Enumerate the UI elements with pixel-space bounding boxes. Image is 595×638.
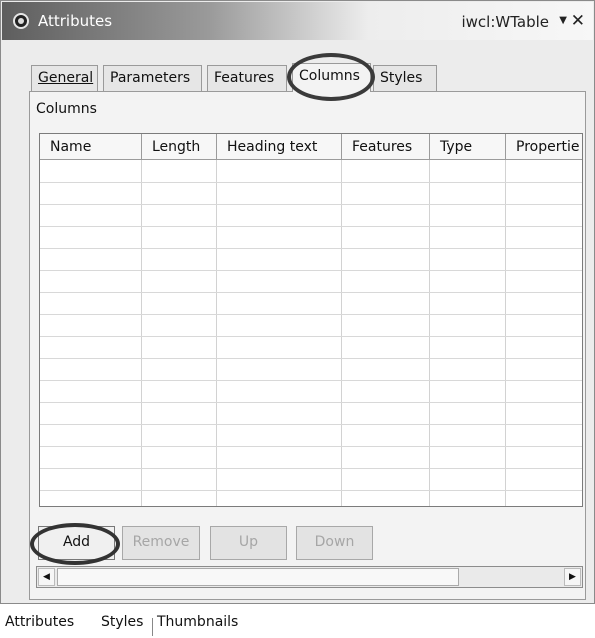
attributes-view: Attributes iwcl:WTable ▼ ✕ General Param… bbox=[0, 0, 595, 604]
row-divider bbox=[40, 336, 582, 337]
row-divider bbox=[40, 248, 582, 249]
column-header-features[interactable]: Features bbox=[342, 134, 430, 160]
table-header: Name Length Heading text Features Type P… bbox=[40, 134, 582, 160]
remove-button[interactable]: Remove bbox=[122, 526, 200, 560]
row-divider bbox=[40, 490, 582, 491]
column-divider bbox=[141, 160, 142, 506]
column-header-properties[interactable]: Propertie bbox=[506, 134, 582, 160]
row-divider bbox=[40, 292, 582, 293]
row-divider bbox=[40, 424, 582, 425]
view-title-bar: Attributes iwcl:WTable ▼ ✕ bbox=[2, 2, 593, 40]
scroll-left-icon[interactable]: ◀ bbox=[38, 568, 55, 586]
row-divider bbox=[40, 468, 582, 469]
tab-general[interactable]: General bbox=[31, 65, 98, 92]
column-header-type[interactable]: Type bbox=[430, 134, 506, 160]
row-divider bbox=[40, 226, 582, 227]
selected-element-label: iwcl:WTable bbox=[461, 13, 549, 31]
columns-section-label: Columns bbox=[36, 101, 97, 117]
row-divider bbox=[40, 314, 582, 315]
view-tab-attributes[interactable]: Attributes bbox=[5, 614, 74, 630]
column-header-heading-text[interactable]: Heading text bbox=[217, 134, 342, 160]
up-button[interactable]: Up bbox=[210, 526, 287, 560]
row-divider bbox=[40, 204, 582, 205]
row-divider bbox=[40, 358, 582, 359]
tab-label: Parameters bbox=[110, 70, 191, 86]
tab-label: Columns bbox=[299, 68, 360, 84]
columns-table[interactable]: Name Length Heading text Features Type P… bbox=[39, 133, 583, 507]
view-menu-icon[interactable]: ▼ bbox=[559, 15, 567, 26]
columns-tab-page: Columns Name Length Heading text Feature… bbox=[29, 91, 586, 600]
column-divider bbox=[216, 160, 217, 506]
tab-label: Styles bbox=[380, 70, 423, 86]
column-header-name[interactable]: Name bbox=[40, 134, 142, 160]
column-divider bbox=[341, 160, 342, 506]
tab-columns[interactable]: Columns bbox=[292, 63, 371, 92]
tab-separator bbox=[152, 618, 153, 636]
column-divider bbox=[429, 160, 430, 506]
column-header-length[interactable]: Length bbox=[142, 134, 217, 160]
view-tab-thumbnails[interactable]: Thumbnails bbox=[157, 614, 238, 630]
view-tab-styles[interactable]: Styles bbox=[101, 614, 143, 630]
row-divider bbox=[40, 402, 582, 403]
tab-styles[interactable]: Styles bbox=[373, 65, 437, 92]
view-tab-strip: Attributes Styles Thumbnails bbox=[0, 608, 595, 638]
attributes-view-icon bbox=[13, 13, 29, 29]
close-icon[interactable]: ✕ bbox=[571, 11, 585, 31]
tab-label: Features bbox=[214, 70, 275, 86]
scrollbar-thumb[interactable] bbox=[57, 568, 459, 586]
row-divider bbox=[40, 182, 582, 183]
row-divider bbox=[40, 446, 582, 447]
tab-features[interactable]: Features bbox=[207, 65, 287, 92]
row-divider bbox=[40, 380, 582, 381]
add-button[interactable]: Add bbox=[38, 526, 115, 560]
row-divider bbox=[40, 270, 582, 271]
down-button[interactable]: Down bbox=[296, 526, 373, 560]
horizontal-scrollbar[interactable]: ◀ ▶ bbox=[36, 566, 583, 588]
tab-label: General bbox=[38, 70, 94, 86]
tab-parameters[interactable]: Parameters bbox=[103, 65, 202, 92]
scroll-right-icon[interactable]: ▶ bbox=[564, 568, 581, 586]
view-title: Attributes bbox=[38, 12, 113, 30]
column-divider bbox=[505, 160, 506, 506]
